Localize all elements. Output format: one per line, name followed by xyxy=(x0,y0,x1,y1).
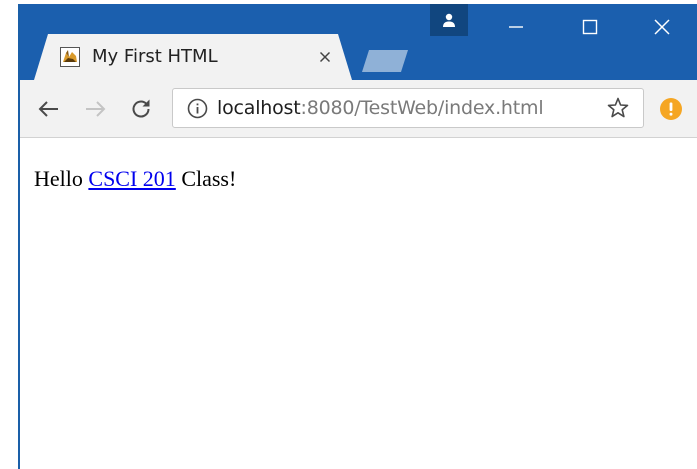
tomcat-favicon-icon xyxy=(60,47,80,67)
close-icon xyxy=(654,19,670,35)
info-icon[interactable] xyxy=(187,98,208,119)
url-path: :8080/TestWeb/index.html xyxy=(300,97,544,119)
tab-title: My First HTML xyxy=(92,46,218,67)
address-bar[interactable]: localhost:8080/TestWeb/index.html xyxy=(172,88,644,128)
maximize-button[interactable] xyxy=(562,4,618,50)
page-content: Hello CSCI 201 Class! xyxy=(34,166,236,192)
minimize-button[interactable] xyxy=(488,4,544,50)
back-arrow-icon[interactable] xyxy=(36,96,62,122)
tab-close-icon[interactable] xyxy=(316,48,334,66)
browser-window: My First HTML localhost:8080/TestWeb/ind… xyxy=(18,4,697,469)
reload-icon[interactable] xyxy=(128,96,154,122)
forward-arrow-icon[interactable] xyxy=(82,96,108,122)
title-bar: My First HTML xyxy=(20,4,697,80)
maximize-icon xyxy=(582,19,598,35)
window-close-button[interactable] xyxy=(634,4,690,50)
tab-my-first-html[interactable]: My First HTML xyxy=(34,34,352,80)
closing-text: Class! xyxy=(175,166,237,191)
url-host: localhost xyxy=(217,97,301,119)
minimize-icon xyxy=(509,26,523,28)
browser-toolbar: localhost:8080/TestWeb/index.html xyxy=(20,80,697,138)
course-link[interactable]: CSCI 201 xyxy=(88,166,175,191)
alert-icon[interactable] xyxy=(659,97,683,121)
person-icon xyxy=(443,13,455,27)
profile-button[interactable] xyxy=(430,4,468,36)
new-tab-button[interactable] xyxy=(362,50,408,72)
url-text[interactable]: localhost:8080/TestWeb/index.html xyxy=(217,97,544,119)
greeting-text: Hello xyxy=(34,166,89,191)
star-icon[interactable] xyxy=(607,97,629,119)
